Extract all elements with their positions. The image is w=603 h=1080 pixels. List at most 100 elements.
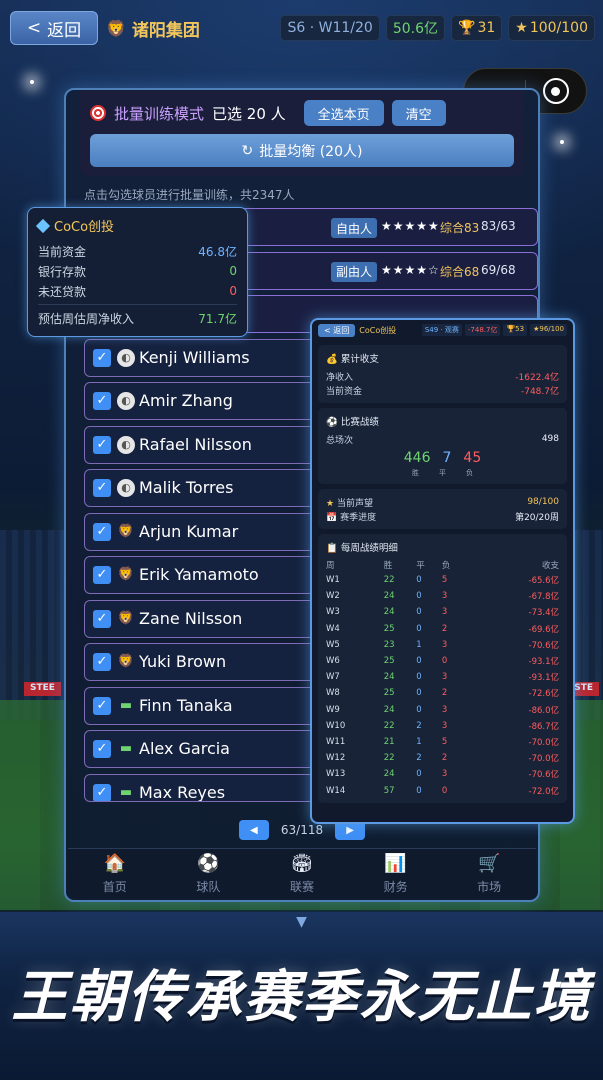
position-tag: 自由人 (331, 218, 378, 238)
table-row: W10 22 2 3 -86.7亿 (326, 720, 559, 732)
player-name: Rafael Nilsson (139, 434, 252, 454)
checkbox-checked[interactable]: ✓ (93, 348, 111, 367)
header-stats: S6 · W11/20 50.6亿 🏆 31 ★ 100/100 (280, 15, 595, 41)
reputation-badge: ★ 100/100 (508, 15, 595, 41)
lion-crest-icon: 🦁 (117, 654, 135, 669)
target-icon (90, 105, 106, 121)
ad-board-left: STEE (24, 682, 61, 696)
batch-hint: 点击勾选球员进行批量训练，共2347人 (84, 188, 295, 202)
chevron-down-icon: ▼ (296, 914, 307, 930)
star-rating: ★★★★☆ (381, 262, 440, 277)
refresh-icon: ↻ (241, 142, 254, 159)
chart-icon: 📊 (384, 852, 407, 874)
bottom-nav: 🏠 首页 ⚽ 球队 🏟 联赛 📊 财务 🛒 市场 (68, 848, 536, 898)
calendar-icon: 📅 (326, 512, 338, 523)
checkbox-checked[interactable]: ✓ (93, 392, 111, 410)
weekly-section: 📋 每周战绩明细 周 胜 平 负 收支 W1 22 0 5 -65.6亿 W2 24 0 3 -6… (318, 534, 567, 803)
trophy-badge: 🏆 31 (451, 15, 503, 41)
table-row: W2 24 0 3 -67.8亿 (326, 591, 559, 603)
checkbox-checked[interactable]: ✓ (93, 740, 111, 758)
nav-finance[interactable]: 📊 财务 (349, 849, 443, 898)
chevron-left-icon: < (26, 18, 42, 38)
overlay-club-name: CoCo创投 (359, 325, 397, 335)
back-button[interactable]: < 返回 (10, 11, 98, 45)
money-badge: 50.6亿 (385, 15, 445, 41)
player-name: Alex Garcia (139, 739, 230, 758)
potential-value: 69/68 (481, 262, 516, 277)
nav-team[interactable]: ⚽ 球队 (162, 849, 256, 898)
lion-crest-icon: 🦁 (117, 523, 135, 539)
prev-page-button[interactable]: ◀ (238, 820, 269, 840)
finance-detail-overlay: < 返回 CoCo创投 S49 · 观赛 -748.7亿 🏆53 ★96/100… (310, 318, 575, 824)
nav-league[interactable]: 🏟 联赛 (255, 849, 349, 898)
selected-count: 已选 20 人 (212, 104, 286, 123)
floodlight (30, 80, 34, 84)
draws-count: 7 (442, 450, 452, 466)
cart-icon: 🛒 (477, 852, 501, 874)
finance-club-name: CoCo创投 (54, 220, 115, 235)
promo-banner: ▼ 王朝传承赛季永无止境 (0, 912, 603, 1080)
table-row: W11 21 1 5 -70.0亿 (326, 736, 559, 748)
page-indicator: 63/118 (280, 823, 324, 837)
ball-icon: ⚽ (326, 417, 338, 428)
table-row: W1 22 0 5 -65.6亿 (326, 575, 559, 587)
player-name: Arjun Kumar (139, 521, 239, 541)
player-name: Erik Yamamoto (139, 565, 259, 584)
money-bag-icon: 💰 (326, 354, 338, 365)
table-row: W5 23 1 3 -70.6亿 (326, 639, 559, 651)
nav-market[interactable]: 🛒 市场 (442, 849, 536, 898)
water-gun-icon: ▬ (119, 784, 133, 800)
batch-balance-button[interactable]: ↻ 批量均衡 (20人) (90, 134, 514, 167)
player-name: Malik Torres (139, 478, 234, 497)
table-row: W14 57 0 0 -72.0亿 (326, 785, 559, 797)
table-row: W3 24 0 3 -73.4亿 (326, 607, 559, 619)
player-name: Kenji Williams (139, 347, 250, 367)
table-row: W13 24 0 3 -70.6亿 (326, 769, 559, 781)
table-row: W4 25 0 2 -69.6亿 (326, 623, 559, 635)
back-label: 返回 (47, 20, 82, 41)
lion-crest-icon: 🦁 (106, 18, 126, 38)
table-row: W6 25 0 0 -93.1亿 (326, 656, 559, 668)
water-gun-icon: ▬ (119, 697, 133, 713)
record-section: ⚽ 比赛战绩 总场次 498 446 7 45 胜 平 负 (318, 408, 567, 484)
checkbox-checked[interactable]: ✓ (93, 435, 111, 454)
fin-row: 预估周估周净收入 71.7亿 (38, 311, 237, 326)
volleyball-icon: ◐ (117, 392, 135, 410)
top-bar: < 返回 🦁 诸阳集团 S6 · W11/20 50.6亿 🏆 31 ★ 100/1… (10, 10, 595, 46)
club-name: 诸阳集团 (131, 20, 200, 41)
checkbox-checked[interactable]: ✓ (93, 653, 111, 671)
trophy-icon: 🏆 (458, 20, 476, 36)
club-title: 🦁 诸阳集团 (106, 16, 200, 41)
overall-rating: 综合83 (440, 221, 480, 235)
table-row: W12 22 2 2 -70.0亿 (326, 753, 559, 765)
floodlight (560, 140, 564, 144)
volleyball-icon: ◐ (117, 348, 135, 367)
lion-crest-icon: 🦁 (117, 567, 135, 582)
lion-crest-icon: 🦁 (117, 610, 135, 626)
volleyball-icon: ◐ (117, 479, 135, 497)
checkbox-checked[interactable]: ✓ (93, 783, 111, 801)
table-row: W8 25 0 2 -72.6亿 (326, 688, 559, 700)
clear-button[interactable]: 清空 (391, 100, 446, 126)
slogan: 王朝传承赛季永无止境 (11, 965, 592, 1030)
potential-value: 83/63 (481, 219, 516, 233)
finance-popup: CoCo创投 当前资金 46.8亿 银行存款 0 未还贷款 0 预估周估周净收入 71.… (27, 207, 248, 337)
checkbox-checked[interactable]: ✓ (93, 566, 111, 584)
nav-home[interactable]: 🏠 首页 (68, 849, 162, 898)
checkbox-checked[interactable]: ✓ (93, 479, 111, 497)
star-icon: ★ (326, 498, 335, 509)
home-icon: 🏠 (103, 852, 126, 874)
checkbox-checked[interactable]: ✓ (93, 522, 111, 541)
table-row: W9 24 0 3 -86.0亿 (326, 704, 559, 716)
fin-row: 银行存款 0 (38, 264, 237, 279)
checkbox-checked[interactable]: ✓ (93, 609, 111, 628)
player-name: Zane Nilsson (139, 608, 243, 628)
losses-count: 45 (463, 450, 482, 466)
player-name: Yuki Brown (139, 652, 227, 671)
overlay-back-button[interactable]: < 返回 (318, 323, 356, 337)
batch-mode-title: 批量训练模式 (114, 104, 205, 123)
checkbox-checked[interactable]: ✓ (93, 696, 111, 715)
position-tag: 副由人 (331, 261, 378, 282)
ball-icon: ⚽ (197, 852, 220, 874)
select-all-page-button[interactable]: 全选本页 (303, 100, 384, 126)
